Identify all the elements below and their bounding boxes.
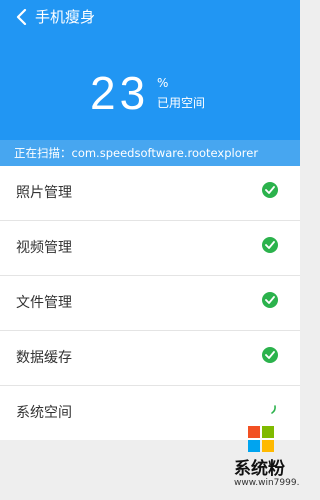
- used-space-label: 已用空间: [157, 96, 206, 110]
- cleanup-category-list: 照片管理 视频管理 文件管理 数据缓存 系统空间: [0, 166, 300, 440]
- back-button[interactable]: [12, 7, 32, 27]
- category-row-photos[interactable]: 照片管理: [0, 166, 300, 221]
- category-label: 视频管理: [16, 240, 72, 256]
- page-title: 手机瘦身: [35, 8, 96, 26]
- loading-spinner-icon: [271, 405, 276, 414]
- category-label: 照片管理: [16, 185, 72, 201]
- windows-logo-icon: [248, 426, 274, 452]
- status-indicator: [262, 182, 278, 198]
- watermark: 系统粉 www.win7999.com: [230, 420, 300, 500]
- status-indicator: [262, 292, 278, 308]
- status-indicator: [262, 347, 278, 363]
- usage-percent-value: 23: [90, 67, 150, 119]
- watermark-url: www.win7999.com: [234, 478, 300, 488]
- scan-status-text: 正在扫描：com.speedsoftware.rootexplorer: [14, 146, 259, 160]
- check-circle-icon: [262, 292, 278, 308]
- status-indicator: [262, 402, 278, 418]
- usage-header: 手机瘦身 23 % 已用空间: [0, 0, 300, 140]
- category-label: 数据缓存: [16, 350, 72, 366]
- phone-slimming-screen: 手机瘦身 23 % 已用空间 正在扫描：com.speedsoftware.ro…: [0, 0, 300, 500]
- category-row-cache[interactable]: 数据缓存: [0, 331, 300, 386]
- watermark-brand: 系统粉: [234, 459, 285, 479]
- check-circle-icon: [262, 347, 278, 363]
- category-label: 文件管理: [16, 295, 72, 311]
- scan-status-bar: 正在扫描：com.speedsoftware.rootexplorer: [0, 140, 300, 166]
- chevron-left-icon: [16, 9, 27, 25]
- category-row-files[interactable]: 文件管理: [0, 276, 300, 331]
- usage-percent-sign: %: [157, 76, 169, 90]
- check-circle-icon: [262, 237, 278, 253]
- check-circle-icon: [262, 182, 278, 198]
- category-row-videos[interactable]: 视频管理: [0, 221, 300, 276]
- status-indicator: [262, 237, 278, 253]
- category-label: 系统空间: [16, 405, 72, 421]
